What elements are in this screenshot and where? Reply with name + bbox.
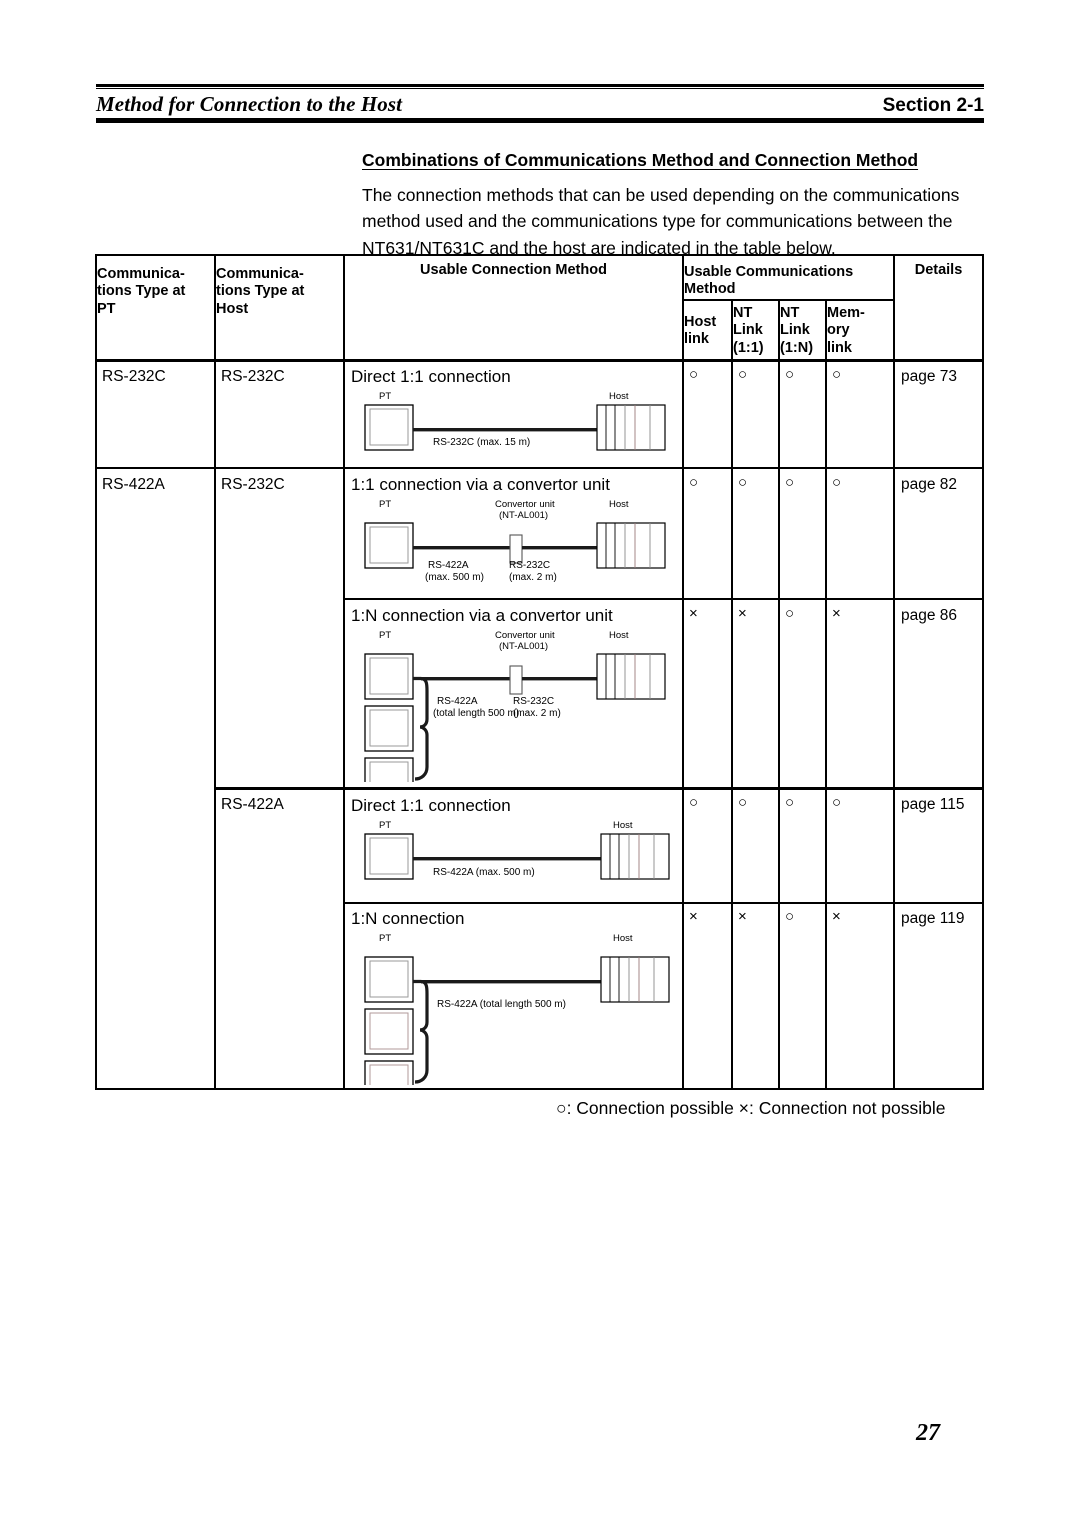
row3-host-label: Host [609,630,629,641]
row5-nt-link-11: × [738,908,747,925]
header-sub-nt-link-1n: NT Link (1:N) [780,305,814,356]
row-rule-3 [214,787,984,790]
row1-host-type: RS-232C [221,368,285,385]
row2-cable-right-2: (max. 2 m) [509,572,557,583]
header-col1: Communica- tions Type at PT [97,266,186,317]
header-sub-host-link: Host link [684,313,717,347]
intro-heading: Combinations of Communications Method an… [362,150,919,170]
row2-convertor-label-1: Convertor unit [495,499,555,510]
row3-nt-link-1n: ○ [785,605,795,622]
row5-connection-title: 1:N connection [351,909,465,928]
row3-nt-link-11: × [738,605,747,622]
row5-memory-link: × [832,908,841,925]
row4-pt-label: PT [379,820,391,831]
row5-diagram: PT Host RS-422A (total length 500 m) [347,930,677,1085]
header-col5: Details [914,262,963,278]
col-rule-7 [893,254,895,1090]
row3-memory-link: × [832,605,841,622]
row-rule-1 [95,467,984,469]
col-rule-6 [825,299,827,1090]
row2-pt-type: RS-422A [102,476,165,493]
row4-details: page 115 [901,796,965,813]
row1-details: page 73 [901,368,958,385]
row5-nt-link-1n: ○ [785,908,795,925]
row3-connection-title: 1:N connection via a convertor unit [351,606,613,625]
row2-nt-link-11: ○ [738,474,748,491]
header-col2: Communica- tions Type at Host [216,266,305,317]
col-rule-2 [343,254,345,1090]
intro-paragraph: The connection methods that can be used … [362,184,960,259]
row4-host-link: ○ [689,794,699,811]
header-sub-memory-link: Mem- ory link [827,305,865,356]
running-title: Method for Connection to the Host [96,92,403,116]
row2-diagram: PT Convertor unit (NT-AL001) Host RS-422… [347,496,677,588]
row2-details: page 82 [901,476,958,493]
row3-diagram: PT Convertor unit (NT-AL001) Host RS-422… [347,627,677,782]
row4-nt-link-11: ○ [738,794,748,811]
col-rule-1 [214,254,216,1090]
running-header: Method for Connection to the Host Sectio… [96,84,984,123]
row4-nt-link-1n: ○ [785,794,795,811]
row3-cable-left-2: (total length 500 m) [433,708,519,719]
row3-cable-left-1: RS-422A [437,696,478,707]
row1-nt-link-1n: ○ [785,366,795,383]
row1-connection-title: Direct 1:1 connection [351,367,511,386]
row4-cable-label: RS-422A (max. 500 m) [433,867,535,878]
col-rule-3 [682,254,684,1090]
header-col4-group: Usable Communications Method [684,263,854,297]
row2-nt-link-1n: ○ [785,474,795,491]
row-rule-2 [343,598,984,600]
row4-connection-title: Direct 1:1 connection [351,796,511,815]
row2-host-label: Host [609,499,629,510]
row1-cable-label: RS-232C (max. 15 m) [433,437,530,448]
header-sub-nt-link-11: NT Link (1:1) [733,305,764,356]
row3-cable-right-1: RS-232C [513,696,554,707]
row1-host-label: Host [609,391,629,402]
header-bottom-rule [95,359,984,362]
row2-connection-title: 1:1 connection via a convertor unit [351,475,610,494]
row5-pt-label: PT [379,933,391,944]
row3-cable-right-2: (max. 2 m) [513,708,561,719]
row1-host-link: ○ [689,366,699,383]
intro-block: Combinations of Communications Method an… [362,150,984,262]
combinations-table: Communica- tions Type at PT Communica- t… [95,254,984,1090]
row2-cable-left-2: (max. 500 m) [425,572,484,583]
row1-pt-label: PT [379,391,391,402]
row5-host-link: × [689,908,698,925]
row5-cable-label: RS-422A (total length 500 m) [437,999,566,1010]
section-label: Section 2-1 [882,95,984,116]
row4-host-type: RS-422A [221,796,284,813]
row5-host-label: Host [613,933,633,944]
row2-memory-link: ○ [832,474,842,491]
row3-convertor-label-1: Convertor unit [495,630,555,641]
row4-diagram: PT Host RS-422A (max. 500 m) [347,817,677,889]
document-page: Method for Connection to the Host Sectio… [0,0,1080,1528]
row-rule-4 [343,902,984,904]
table-legend: ○: Connection possible ×: Connection not… [556,1098,946,1118]
row2-host-type: RS-232C [221,476,285,493]
row2-cable-left-1: RS-422A [428,560,469,571]
row3-convertor-label-2: (NT-AL001) [499,641,548,652]
row3-host-link: × [689,605,698,622]
row1-nt-link-11: ○ [738,366,748,383]
col-rule-4 [731,299,733,1090]
row5-details: page 119 [901,910,965,927]
row4-memory-link: ○ [832,794,842,811]
row3-pt-label: PT [379,630,391,641]
header-rule-bottom [96,118,984,123]
row1-diagram: PT Host RS-232C (max. 15 m) [347,388,677,460]
row2-cable-right-1: RS-232C [509,560,550,571]
header-col3: Usable Connection Method [420,262,607,278]
row2-pt-label: PT [379,499,391,510]
page-number: 27 [916,1420,940,1446]
row2-host-link: ○ [689,474,699,491]
row2-convertor-label-2: (NT-AL001) [499,510,548,521]
row1-pt-type: RS-232C [102,368,166,385]
row4-host-label: Host [613,820,633,831]
row3-details: page 86 [901,607,958,624]
col-rule-5 [778,299,780,1090]
header-rule-top [96,84,984,87]
row1-memory-link: ○ [832,366,842,383]
